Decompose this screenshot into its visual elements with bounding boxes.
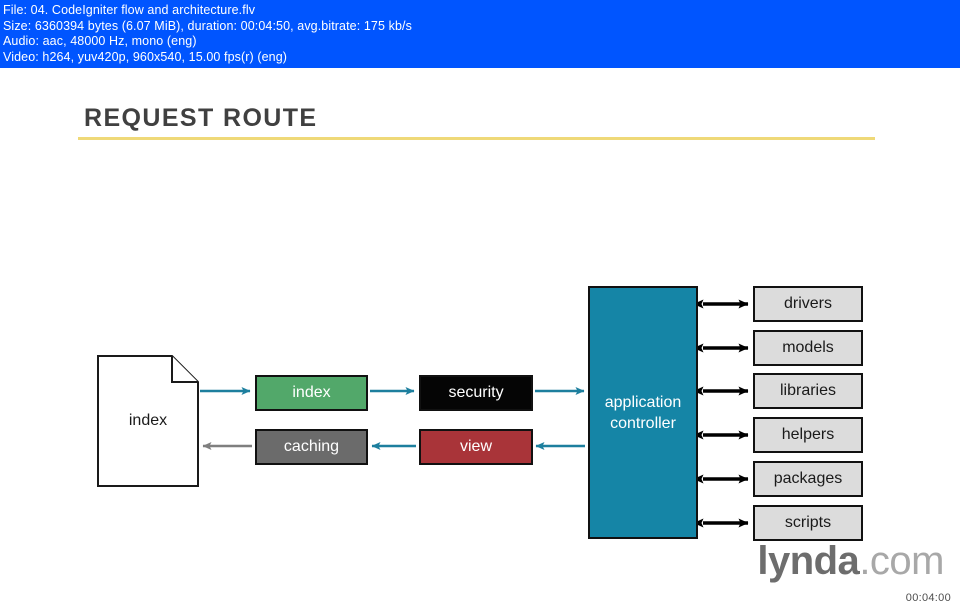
playback-timestamp: 00:04:00 xyxy=(905,592,951,604)
node-view[interactable]: view xyxy=(419,429,533,465)
media-info-file: File: 04. CodeIgniter flow and architect… xyxy=(3,3,256,17)
media-info-video: Video: h264, yuv420p, 960x540, 15.00 fps… xyxy=(3,49,288,64)
controller-label-line1: application xyxy=(604,393,682,411)
node-models[interactable]: models xyxy=(753,330,863,366)
lynda-logo-suffix: .com xyxy=(859,539,944,583)
node-scripts[interactable]: scripts xyxy=(753,505,863,541)
node-security[interactable]: security xyxy=(419,375,533,411)
lynda-logo: lynda.com xyxy=(757,541,944,581)
request-route-diagram: index index caching security view applic… xyxy=(0,68,960,607)
node-application-controller[interactable]: application controller xyxy=(588,286,698,539)
media-info-size: Size: 6360394 bytes (6.07 MiB), duration… xyxy=(3,18,412,33)
node-libraries[interactable]: libraries xyxy=(753,373,863,409)
node-index[interactable]: index xyxy=(255,375,368,411)
document-shape-index xyxy=(97,355,199,487)
media-info-bar: File: 04. CodeIgniter flow and architect… xyxy=(0,0,960,68)
node-caching[interactable]: caching xyxy=(255,429,368,465)
controller-label-line2: controller xyxy=(610,414,676,432)
lynda-logo-word: lynda xyxy=(757,539,860,583)
media-info-audio: Audio: aac, 48000 Hz, mono (eng) xyxy=(3,34,197,48)
slide-canvas: REQUEST ROUTE index index caching securi… xyxy=(0,68,960,607)
node-drivers[interactable]: drivers xyxy=(753,286,863,322)
node-packages[interactable]: packages xyxy=(753,461,863,497)
node-helpers[interactable]: helpers xyxy=(753,417,863,453)
